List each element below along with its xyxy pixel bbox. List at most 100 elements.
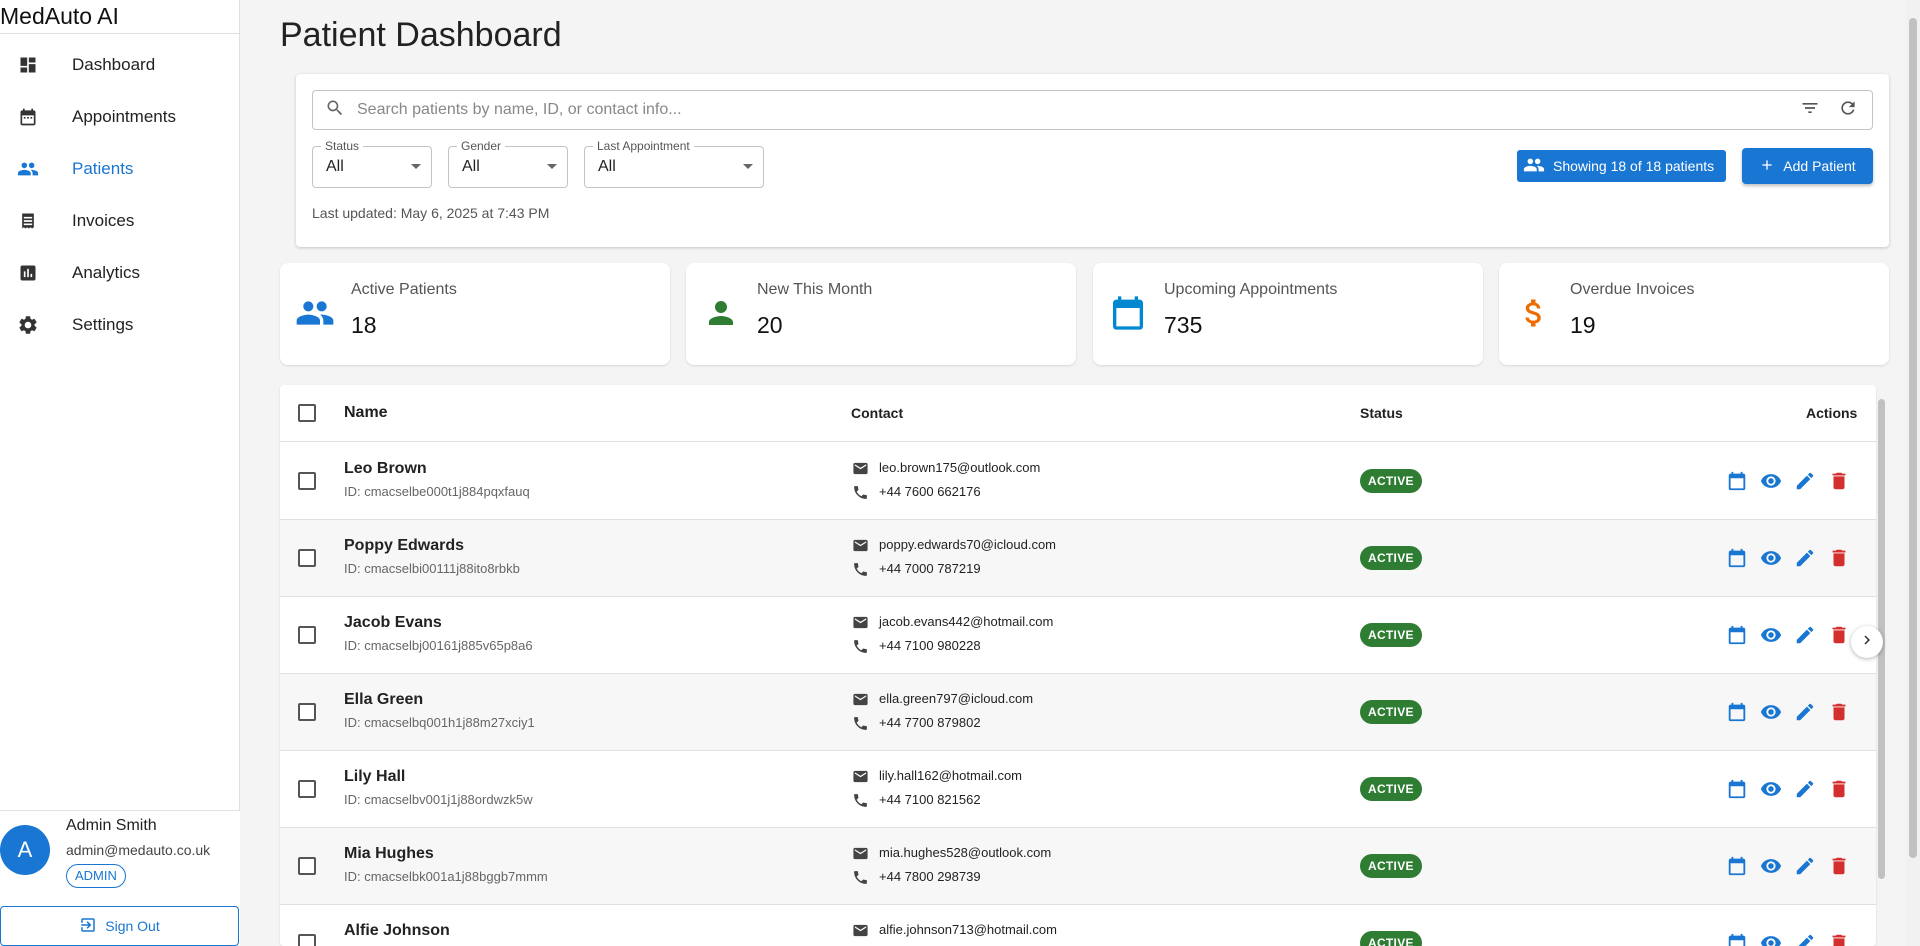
edit-icon[interactable] (1793, 777, 1817, 801)
sidebar-item-patients[interactable]: Patients (0, 143, 239, 195)
calendar-icon[interactable] (1725, 469, 1749, 493)
sidebar-item-analytics[interactable]: Analytics (0, 247, 239, 299)
gender-select[interactable]: Gender All (448, 139, 568, 188)
patient-id: ID: cmacselbv001j1j88ordwzk5w (344, 792, 533, 807)
row-actions (1725, 623, 1851, 647)
scroll-right-button[interactable] (1851, 626, 1883, 658)
people-icon (1523, 154, 1545, 179)
status-select[interactable]: Status All (312, 139, 432, 188)
delete-icon[interactable] (1827, 931, 1851, 946)
table-row[interactable]: Ella Green ID: cmacselbq001h1j88m27xciy1 e… (280, 674, 1876, 751)
table-row[interactable]: Mia Hughes ID: cmacselbk001a1j88bggb7mmm m… (280, 828, 1876, 905)
patient-phone: +44 7800 298739 (879, 869, 981, 884)
table-row[interactable]: Lily Hall ID: cmacselbv001j1j88ordwzk5w li… (280, 751, 1876, 828)
row-checkbox[interactable] (298, 703, 316, 721)
patient-email: leo.brown175@outlook.com (879, 460, 1041, 475)
email-icon (851, 767, 869, 785)
calendar-icon[interactable] (1725, 931, 1749, 946)
row-checkbox[interactable] (298, 934, 316, 946)
patients-table: Name Contact Status Actions Leo Brown ID:… (280, 385, 1876, 946)
chart-icon (16, 261, 40, 285)
header-name[interactable]: Name (344, 404, 388, 422)
row-checkbox[interactable] (298, 780, 316, 798)
patient-phone: +44 7700 879802 (879, 715, 981, 730)
patient-name[interactable]: Leo Brown (344, 460, 427, 478)
chevron-down-icon (411, 164, 421, 169)
edit-icon[interactable] (1793, 854, 1817, 878)
row-actions (1725, 777, 1851, 801)
email-icon (851, 613, 869, 631)
showing-count-button[interactable]: Showing 18 of 18 patients (1517, 150, 1726, 182)
patient-name[interactable]: Poppy Edwards (344, 537, 464, 555)
row-checkbox[interactable] (298, 857, 316, 875)
edit-icon[interactable] (1793, 546, 1817, 570)
calendar-icon[interactable] (1725, 623, 1749, 647)
search-field[interactable] (312, 90, 1873, 130)
patient-id: ID: cmacselbq001h1j88m27xciy1 (344, 715, 535, 730)
delete-icon[interactable] (1827, 854, 1851, 878)
nav-list: Dashboard Appointments Patients Invoices… (0, 39, 239, 351)
sidebar-item-dashboard[interactable]: Dashboard (0, 39, 239, 91)
header-status: Status (1360, 405, 1403, 421)
eye-icon[interactable] (1759, 854, 1783, 878)
phone-icon (851, 637, 869, 655)
table-row[interactable]: Poppy Edwards ID: cmacselbi00111j88ito8rb… (280, 520, 1876, 597)
delete-icon[interactable] (1827, 700, 1851, 724)
patient-name[interactable]: Lily Hall (344, 768, 405, 786)
sidebar-item-invoices[interactable]: Invoices (0, 195, 239, 247)
edit-icon[interactable] (1793, 931, 1817, 946)
page-scrollbar-thumb[interactable] (1909, 18, 1917, 858)
patient-phone: +44 7100 980228 (879, 638, 981, 653)
patient-name[interactable]: Jacob Evans (344, 614, 442, 632)
chevron-right-icon (1858, 631, 1876, 654)
add-patient-button[interactable]: Add Patient (1742, 148, 1873, 184)
patient-name[interactable]: Alfie Johnson (344, 922, 450, 940)
search-input[interactable] (357, 101, 1800, 119)
eye-icon[interactable] (1759, 700, 1783, 724)
sidebar-item-label: Patients (72, 159, 134, 178)
table-row[interactable]: Jacob Evans ID: cmacselbj00161j885v65p8a6… (280, 597, 1876, 674)
calendar-icon[interactable] (1725, 546, 1749, 570)
eye-icon[interactable] (1759, 777, 1783, 801)
table-row[interactable]: Alfie Johnson alfie.johnson713@hotmail.co… (280, 905, 1876, 946)
edit-icon[interactable] (1793, 469, 1817, 493)
patient-name[interactable]: Ella Green (344, 691, 423, 709)
delete-icon[interactable] (1827, 469, 1851, 493)
row-checkbox[interactable] (298, 472, 316, 490)
row-checkbox[interactable] (298, 549, 316, 567)
app-brand: MedAuto AI (0, 0, 239, 34)
sidebar-item-appointments[interactable]: Appointments (0, 91, 239, 143)
delete-icon[interactable] (1827, 546, 1851, 570)
filter-icon[interactable] (1800, 98, 1820, 123)
table-row[interactable]: Leo Brown ID: cmacselbe000t1j884pqxfauq le… (280, 443, 1876, 520)
phone-icon (851, 560, 869, 578)
row-checkbox[interactable] (298, 626, 316, 644)
calendar-icon[interactable] (1725, 700, 1749, 724)
stat-value: 735 (1164, 312, 1203, 338)
stat-value: 18 (351, 312, 377, 338)
dollar-icon (1514, 293, 1554, 333)
eye-icon[interactable] (1759, 623, 1783, 647)
sidebar: MedAuto AI Dashboard Appointments Patien… (0, 0, 240, 946)
refresh-icon[interactable] (1838, 98, 1858, 123)
calendar-icon[interactable] (1725, 854, 1749, 878)
sign-out-button[interactable]: Sign Out (0, 906, 239, 946)
eye-icon[interactable] (1759, 931, 1783, 946)
patient-id: ID: cmacselbk001a1j88bggb7mmm (344, 869, 548, 884)
select-all-checkbox[interactable] (298, 404, 316, 422)
edit-icon[interactable] (1793, 700, 1817, 724)
patient-name[interactable]: Mia Hughes (344, 845, 434, 863)
last-appointment-select[interactable]: Last Appointment All (584, 139, 764, 188)
eye-icon[interactable] (1759, 546, 1783, 570)
calendar-icon[interactable] (1725, 777, 1749, 801)
chevron-down-icon (743, 164, 753, 169)
gender-select-label: Gender (457, 139, 506, 153)
page-title: Patient Dashboard (280, 16, 562, 54)
delete-icon[interactable] (1827, 623, 1851, 647)
sidebar-item-settings[interactable]: Settings (0, 299, 239, 351)
page-scrollbar[interactable] (1906, 0, 1920, 946)
eye-icon[interactable] (1759, 469, 1783, 493)
table-scrollbar[interactable] (1874, 385, 1888, 946)
edit-icon[interactable] (1793, 623, 1817, 647)
delete-icon[interactable] (1827, 777, 1851, 801)
